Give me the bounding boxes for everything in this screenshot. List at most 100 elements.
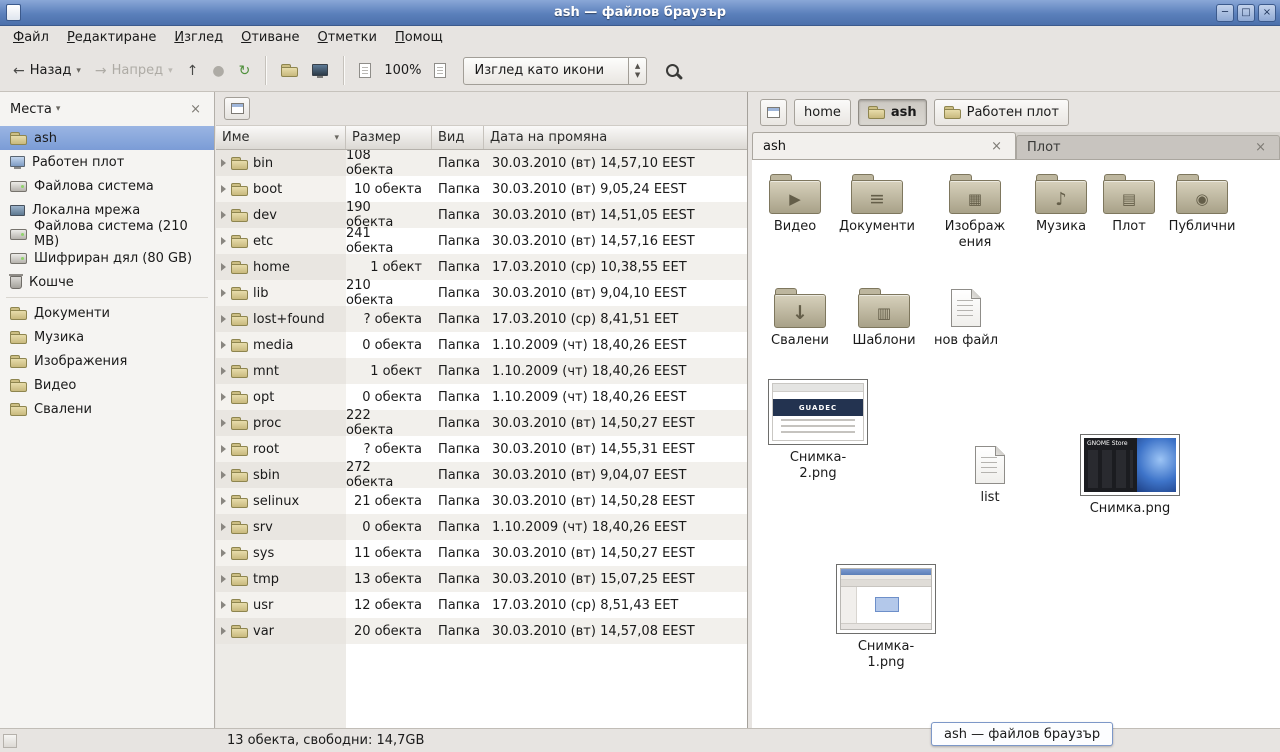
menu-go[interactable]: Отиване: [232, 26, 308, 50]
menu-help[interactable]: Помощ: [386, 26, 452, 50]
table-row-lost-found[interactable]: lost+found ? обекта Папка 17.03.2010 (ср…: [216, 306, 747, 332]
table-row-var[interactable]: var 20 обекта Папка 30.03.2010 (вт) 14,5…: [216, 618, 747, 644]
reload-button[interactable]: ↻: [232, 57, 258, 85]
column-header-date[interactable]: Дата на промяна: [484, 126, 747, 149]
sidebar-item-ash[interactable]: ash: [0, 126, 214, 150]
table-row-proc[interactable]: proc 222 обекта Папка 30.03.2010 (вт) 14…: [216, 410, 747, 436]
expander-icon[interactable]: [221, 471, 226, 479]
close-button[interactable]: ×: [1258, 4, 1276, 22]
chevron-down-icon[interactable]: ▾: [56, 104, 61, 114]
sidebar-item-filesystem[interactable]: Файлова система: [0, 174, 214, 198]
expander-icon[interactable]: [221, 315, 226, 323]
table-row-tmp[interactable]: tmp 13 обекта Папка 30.03.2010 (вт) 15,0…: [216, 566, 747, 592]
path-button-desktop[interactable]: Работен плот: [934, 99, 1069, 126]
expander-icon[interactable]: [221, 237, 226, 245]
sidebar-item-desktop[interactable]: Работен плот: [0, 150, 214, 174]
pane-indicator-button[interactable]: [224, 97, 250, 120]
tab-plot[interactable]: Плот ×: [1016, 135, 1280, 159]
zoom-out-button[interactable]: [352, 57, 378, 84]
expander-icon[interactable]: [221, 185, 226, 193]
expander-icon[interactable]: [221, 627, 226, 635]
table-row-lib[interactable]: lib 210 обекта Папка 30.03.2010 (вт) 9,0…: [216, 280, 747, 306]
statusbar-grip[interactable]: [3, 734, 17, 748]
computer-button[interactable]: [305, 58, 335, 84]
iconview-item-snimka[interactable]: GNOME Store Снимка.png: [1078, 434, 1182, 517]
table-row-etc[interactable]: etc 241 обекта Папка 30.03.2010 (вт) 14,…: [216, 228, 747, 254]
up-button[interactable]: ↑: [180, 57, 206, 85]
iconview-item-list[interactable]: list: [948, 445, 1032, 506]
tab-close-icon[interactable]: ×: [988, 139, 1005, 154]
table-row-mnt[interactable]: mnt 1 обект Папка 1.10.2009 (чт) 18,40,2…: [216, 358, 747, 384]
column-header-type[interactable]: Вид: [432, 126, 484, 149]
iconview-item-video[interactable]: Видео: [753, 174, 837, 235]
sidebar-item-videos[interactable]: Видео: [0, 373, 214, 397]
view-mode-select[interactable]: Изглед като икони ▲▼: [463, 57, 647, 85]
iconview-item-templates[interactable]: Шаблони: [842, 288, 926, 349]
stop-button[interactable]: ●: [205, 57, 231, 85]
menu-bookmarks[interactable]: Отметки: [309, 26, 387, 50]
tab-ash[interactable]: ash ×: [752, 132, 1016, 159]
table-row-sys[interactable]: sys 11 обекта Папка 30.03.2010 (вт) 14,5…: [216, 540, 747, 566]
sidebar-item-pictures[interactable]: Изображения: [0, 349, 214, 373]
expander-icon[interactable]: [221, 289, 226, 297]
table-row-home[interactable]: home 1 обект Папка 17.03.2010 (ср) 10,38…: [216, 254, 747, 280]
iconview-item-pictures[interactable]: Изображения: [933, 174, 1017, 250]
table-row-boot[interactable]: boot 10 обекта Папка 30.03.2010 (вт) 9,0…: [216, 176, 747, 202]
menu-view[interactable]: Изглед: [165, 26, 232, 50]
table-row-srv[interactable]: srv 0 обекта Папка 1.10.2009 (чт) 18,40,…: [216, 514, 747, 540]
iconview-item-snimka1[interactable]: Снимка-1.png: [834, 564, 938, 670]
menu-edit[interactable]: Редактиране: [58, 26, 165, 50]
table-row-root[interactable]: root ? обекта Папка 30.03.2010 (вт) 14,5…: [216, 436, 747, 462]
expander-icon[interactable]: [221, 445, 226, 453]
icon-view[interactable]: Видео Документи Изображения Музика Плот …: [752, 160, 1280, 728]
iconview-item-downloads[interactable]: Свалени: [758, 288, 842, 349]
forward-button[interactable]: → Напред ▾: [88, 57, 180, 85]
expander-icon[interactable]: [221, 549, 226, 557]
expander-icon[interactable]: [221, 159, 226, 167]
back-dropdown-icon[interactable]: ▾: [76, 66, 81, 76]
table-row-selinux[interactable]: selinux 21 обекта Папка 30.03.2010 (вт) …: [216, 488, 747, 514]
iconview-item-desktop[interactable]: Плот: [1087, 174, 1171, 235]
table-row-media[interactable]: media 0 обекта Папка 1.10.2009 (чт) 18,4…: [216, 332, 747, 358]
expander-icon[interactable]: [221, 497, 226, 505]
sidebar-item-filesystem-210[interactable]: Файлова система (210 MB): [0, 222, 214, 246]
column-header-size[interactable]: Размер: [346, 126, 432, 149]
sidebar-item-music[interactable]: Музика: [0, 325, 214, 349]
iconview-item-documents[interactable]: Документи: [835, 174, 919, 235]
table-row-sbin[interactable]: sbin 272 обекта Папка 30.03.2010 (вт) 9,…: [216, 462, 747, 488]
sidebar-item-documents[interactable]: Документи: [0, 301, 214, 325]
expander-icon[interactable]: [221, 367, 226, 375]
expander-icon[interactable]: [221, 523, 226, 531]
menu-file[interactable]: Файл: [4, 26, 58, 50]
table-row-dev[interactable]: dev 190 обекта Папка 30.03.2010 (вт) 14,…: [216, 202, 747, 228]
path-button-home[interactable]: home: [794, 99, 851, 126]
search-button[interactable]: [659, 58, 686, 83]
expander-icon[interactable]: [221, 341, 226, 349]
zoom-in-button[interactable]: [427, 57, 453, 84]
home-button[interactable]: [274, 58, 305, 83]
expander-icon[interactable]: [221, 263, 226, 271]
path-button-ash[interactable]: ash: [858, 99, 927, 126]
expander-icon[interactable]: [221, 575, 226, 583]
column-header-name[interactable]: Име ▾: [216, 126, 346, 149]
table-row-bin[interactable]: bin 108 обекта Папка 30.03.2010 (вт) 14,…: [216, 150, 747, 176]
back-button[interactable]: ← Назад ▾: [6, 57, 88, 85]
sidebar-item-encrypted[interactable]: Шифриран дял (80 GB): [0, 246, 214, 270]
expander-icon[interactable]: [221, 601, 226, 609]
sidebar-item-trash[interactable]: Кошче: [0, 270, 214, 294]
maximize-button[interactable]: □: [1237, 4, 1255, 22]
table-row-opt[interactable]: opt 0 обекта Папка 1.10.2009 (чт) 18,40,…: [216, 384, 747, 410]
expander-icon[interactable]: [221, 393, 226, 401]
expander-icon[interactable]: [221, 211, 226, 219]
pane-indicator-button[interactable]: [760, 99, 787, 126]
expander-icon[interactable]: [221, 419, 226, 427]
iconview-item-new-file[interactable]: нов файл: [924, 288, 1008, 349]
iconview-item-public[interactable]: Публични: [1160, 174, 1244, 235]
tab-close-icon[interactable]: ×: [1252, 140, 1269, 155]
table-row-usr[interactable]: usr 12 обекта Папка 17.03.2010 (ср) 8,51…: [216, 592, 747, 618]
sidebar-close-icon[interactable]: ×: [187, 102, 204, 117]
minimize-button[interactable]: ─: [1216, 4, 1234, 22]
sidebar-item-downloads[interactable]: Свалени: [0, 397, 214, 421]
spinner-arrows-icon[interactable]: ▲▼: [628, 58, 646, 84]
sidebar-title[interactable]: Места: [10, 102, 52, 117]
